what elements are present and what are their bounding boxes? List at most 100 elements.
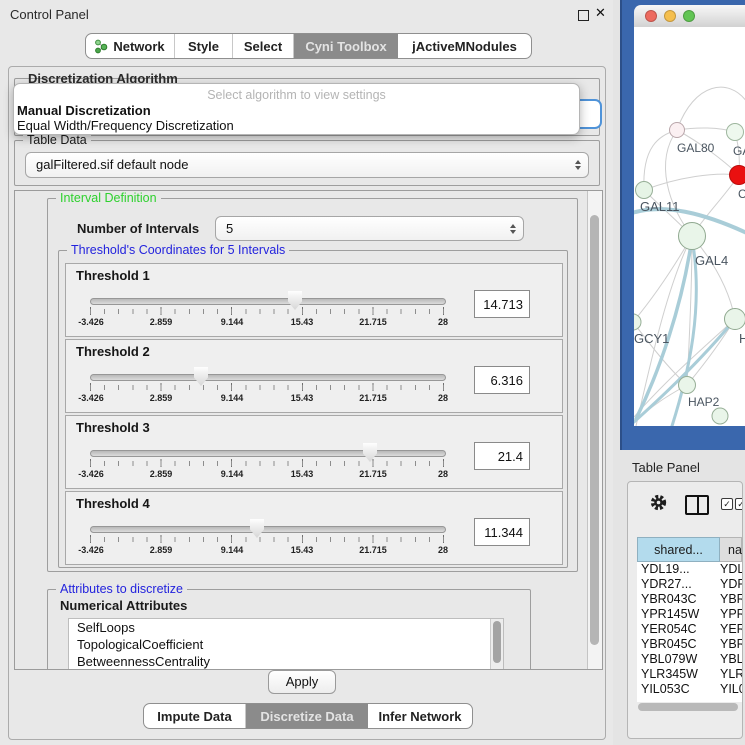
network-graph: GAL80 GA C GAL11 GAL4 GCY1 H HAP2: [634, 27, 745, 426]
float-window-icon[interactable]: [578, 10, 589, 21]
tick-label: 28: [438, 545, 448, 555]
tab-discretize-data[interactable]: Discretize Data: [246, 704, 368, 728]
threshold-4-value-input[interactable]: 11.344: [474, 518, 530, 546]
threshold-3-slider[interactable]: [90, 450, 446, 457]
tab-infer-network[interactable]: Infer Network: [368, 704, 472, 728]
node-gcy1[interactable]: [634, 314, 641, 330]
dropdown-placeholder: Select algorithm to view settings: [14, 88, 579, 102]
number-of-intervals-combobox[interactable]: 5: [215, 216, 524, 241]
settings-scroll-area: Interval Definition Number of Intervals …: [14, 190, 603, 670]
minimize-traffic-light-icon[interactable]: [664, 10, 676, 22]
tick-label: 9.144: [221, 469, 244, 479]
numerical-attributes-label: Numerical Attributes: [60, 598, 187, 613]
dropdown-option-manual-discretization[interactable]: Manual Discretization: [16, 103, 577, 118]
node-label: GAL11: [640, 199, 680, 214]
node-label: GAL80: [677, 141, 715, 155]
table-data-groupbox: Table Data galFiltered.sif default node: [14, 140, 600, 186]
window-title: Control Panel: [10, 7, 89, 22]
settings-scrollbar[interactable]: [587, 191, 602, 669]
numerical-attributes-list: SelfLoops TopologicalCoefficient Between…: [68, 618, 504, 670]
close-icon[interactable]: ✕: [595, 5, 606, 21]
node-h[interactable]: [725, 309, 745, 330]
screen: Control Panel ✕ Network Style Select Cyn…: [0, 0, 745, 745]
settings-scrollbar-thumb[interactable]: [590, 215, 599, 645]
node-partial[interactable]: [712, 408, 728, 424]
table-row[interactable]: YBR045CYBR0: [637, 637, 742, 652]
tab-impute-data[interactable]: Impute Data: [144, 704, 246, 728]
network-window-titlebar[interactable]: [634, 5, 745, 28]
tab-cyni-toolbox[interactable]: Cyni Toolbox: [294, 34, 398, 58]
tick-label: 21.715: [359, 317, 387, 327]
tick-label: 2.859: [150, 545, 173, 555]
threshold-4-panel: Threshold 4 -3.426 2.859 9.144 15.43 21.…: [65, 491, 563, 565]
table-row[interactable]: YBR043CYBR0: [637, 592, 742, 607]
table-horizontal-scrollbar[interactable]: [638, 703, 738, 711]
column-header-shared-name[interactable]: shared...: [637, 537, 720, 562]
table-row[interactable]: YLR345WYLR3: [637, 667, 742, 682]
table-panel-title: Table Panel: [632, 460, 700, 475]
thresholds-group-title: Threshold's Coordinates for 5 Intervals: [67, 243, 289, 257]
node-ga[interactable]: [727, 124, 744, 141]
tab-jactivemnodules[interactable]: jActiveMNodules: [398, 34, 531, 58]
tab-select[interactable]: Select: [233, 34, 294, 58]
threshold-3-panel: Threshold 3 -3.426 2.859 9.144 15.43 21.…: [65, 415, 563, 489]
table-row[interactable]: YBL079WYBL0: [637, 652, 742, 667]
tick-label: 15.43: [291, 469, 314, 479]
threshold-1-value-input[interactable]: 14.713: [474, 290, 530, 318]
dropdown-option-equal-width-frequency[interactable]: Equal Width/Frequency Discretization: [16, 118, 577, 133]
network-canvas[interactable]: GAL80 GA C GAL11 GAL4 GCY1 H HAP2: [634, 27, 745, 426]
table-body: YDL19...YDL1 YDR27...YDR2 YBR043CYBR0 YP…: [637, 562, 742, 702]
tick-label: 15.43: [291, 393, 314, 403]
table-row[interactable]: YPR145WYPR1: [637, 607, 742, 622]
threshold-4-slider[interactable]: [90, 526, 446, 533]
list-item[interactable]: SelfLoops: [69, 619, 503, 636]
tick-label: 2.859: [150, 469, 173, 479]
tick-label: -3.426: [78, 469, 104, 479]
tick-label: 21.715: [359, 545, 387, 555]
node-label: HAP2: [688, 395, 720, 409]
table-row[interactable]: YDR27...YDR2: [637, 577, 742, 592]
threshold-2-label: Threshold 2: [76, 344, 150, 359]
threshold-4-label: Threshold 4: [76, 496, 150, 511]
node-gal80[interactable]: [670, 123, 685, 138]
split-columns-icon[interactable]: [685, 495, 709, 515]
zoom-traffic-light-icon[interactable]: [683, 10, 695, 22]
tab-style[interactable]: Style: [175, 34, 233, 58]
node-hap2[interactable]: [679, 377, 696, 394]
network-icon: [95, 39, 108, 54]
interval-definition-title: Interval Definition: [56, 191, 161, 205]
list-item[interactable]: TopologicalCoefficient: [69, 636, 503, 653]
network-view-panel: GAL80 GA C GAL11 GAL4 GCY1 H HAP2: [620, 0, 745, 450]
checkbox-icon[interactable]: ✓: [735, 498, 743, 510]
checkbox-icon[interactable]: ✓: [721, 498, 733, 510]
list-item[interactable]: BetweennessCentrality: [69, 653, 503, 670]
table-row[interactable]: YDL19...YDL1: [637, 562, 742, 577]
tick-label: 28: [438, 393, 448, 403]
gear-icon[interactable]: [650, 494, 667, 516]
node-gal4[interactable]: [679, 223, 706, 250]
table-row[interactable]: YER054CYER0: [637, 622, 742, 637]
stepper-arrows-icon: [575, 160, 581, 170]
threshold-2-slider[interactable]: [90, 374, 446, 381]
table-data-combobox[interactable]: galFiltered.sif default node: [25, 152, 589, 178]
tab-label: Network: [113, 39, 164, 54]
threshold-3-value-input[interactable]: 21.4: [474, 442, 530, 470]
close-traffic-light-icon[interactable]: [645, 10, 657, 22]
table-row[interactable]: YIL053CYIL0: [637, 682, 742, 697]
threshold-1-slider[interactable]: [90, 298, 446, 305]
node-gal11[interactable]: [636, 182, 653, 199]
tick-label: 9.144: [221, 393, 244, 403]
threshold-1-panel: Threshold 1 -3.426 2.859 9.144 15.43 21.…: [65, 263, 563, 337]
threshold-2-value-input[interactable]: 6.316: [474, 366, 530, 394]
tick-label: 9.144: [221, 545, 244, 555]
tab-network[interactable]: Network: [86, 34, 175, 58]
cyni-mode-tabbar: Impute Data Discretize Data Infer Networ…: [143, 703, 473, 729]
node-red-selected[interactable]: [730, 166, 745, 185]
apply-button[interactable]: Apply: [268, 670, 336, 694]
list-scrollbar[interactable]: [490, 619, 503, 670]
column-header-name[interactable]: na: [720, 537, 742, 562]
threshold-2-panel: Threshold 2 -3.426 2.859 9.144 15.43 21.…: [65, 339, 563, 413]
algorithm-dropdown-popup: Select algorithm to view settings Manual…: [13, 83, 580, 135]
thresholds-groupbox: Threshold's Coordinates for 5 Intervals …: [58, 250, 568, 568]
control-panel-tabbar: Network Style Select Cyni Toolbox jActiv…: [85, 33, 532, 59]
